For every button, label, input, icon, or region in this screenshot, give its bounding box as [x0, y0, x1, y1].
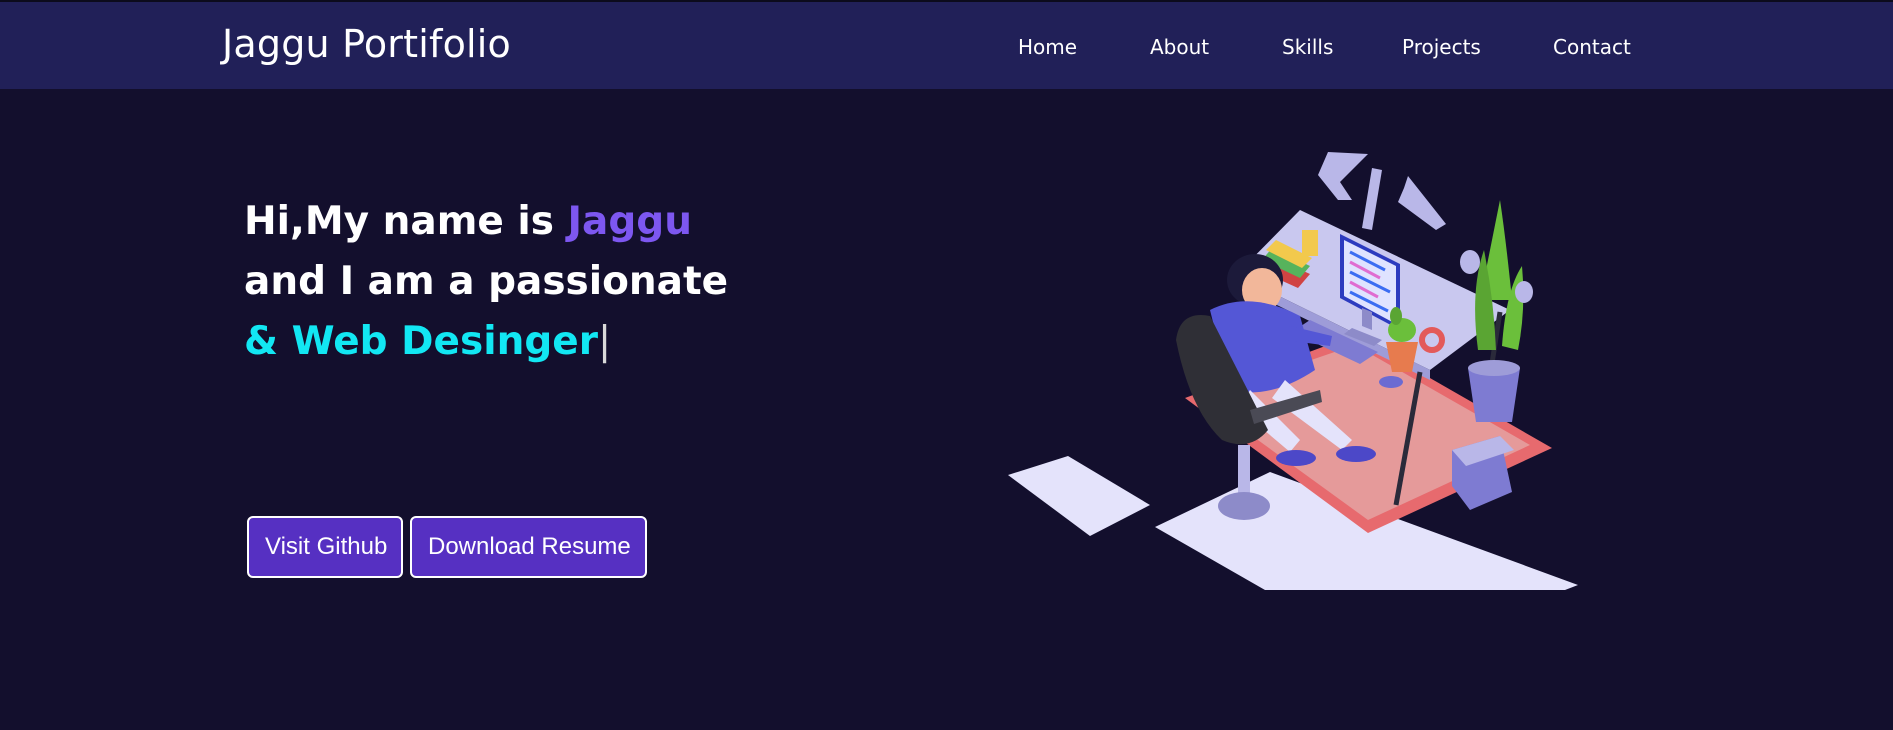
- floor-tile-small: [1008, 456, 1150, 536]
- hero-name: Jaggu: [567, 199, 692, 244]
- download-resume-button[interactable]: Download Resume: [410, 516, 647, 578]
- portfolio-page: Jaggu Portifolio Home About Skills Proje…: [0, 0, 1893, 730]
- hero-role-typed: & Web Desinger: [244, 319, 598, 364]
- typing-cursor: |: [597, 319, 612, 364]
- nav-link-skills[interactable]: Skills: [1282, 35, 1333, 59]
- nav-link-projects[interactable]: Projects: [1402, 35, 1481, 59]
- hero-line-3: & Web Desinger|: [244, 312, 728, 372]
- nav-links: Home About Skills Projects Contact: [0, 35, 1893, 61]
- nav-link-contact[interactable]: Contact: [1553, 35, 1631, 59]
- hero-line-2: and I am a passionate: [244, 259, 729, 304]
- visit-github-button[interactable]: Visit Github: [247, 516, 403, 578]
- nav-link-home[interactable]: Home: [1018, 35, 1077, 59]
- coffee-mug: [1379, 376, 1403, 388]
- code-symbol-icon: [1318, 152, 1446, 230]
- hero-heading: Hi,My name is Jaggu and I am a passionat…: [244, 192, 728, 372]
- navbar: Jaggu Portifolio Home About Skills Proje…: [0, 0, 1893, 89]
- hero-line-1: Hi,My name is Jaggu: [244, 192, 728, 252]
- developer-at-desk-illustration: [1008, 152, 1578, 590]
- greeting-text: Hi,My name is: [244, 199, 568, 244]
- pencil-cup: [1302, 230, 1318, 256]
- nav-link-about[interactable]: About: [1150, 35, 1209, 59]
